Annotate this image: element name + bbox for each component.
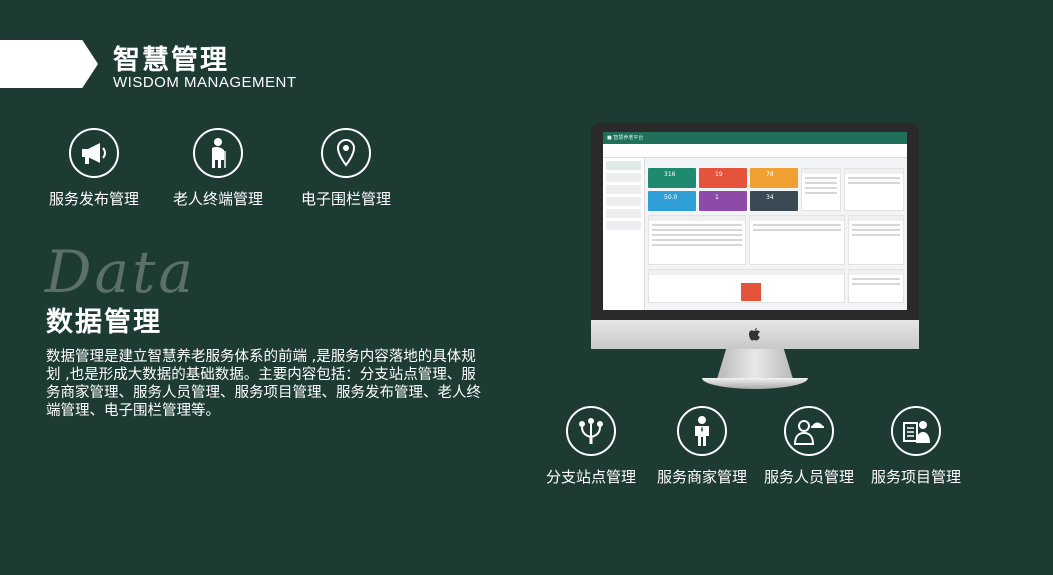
feature-label: 服务人员管理 (763, 468, 854, 486)
stat-tile: 316 (648, 168, 696, 188)
elderly-person-icon (193, 128, 243, 178)
project-document-icon (891, 406, 941, 456)
dashboard-subbar (603, 144, 907, 158)
branch-network-icon (566, 406, 616, 456)
feature-label: 电子围栏管理 (300, 190, 391, 208)
monitor-stand-base (702, 378, 808, 389)
feature-label: 服务发布管理 (48, 190, 139, 208)
stat-tile: 19 (699, 168, 747, 188)
apple-logo-icon (591, 320, 919, 349)
list-panel (648, 215, 746, 265)
chart-panel (648, 269, 845, 303)
feature-merchant[interactable]: 服务商家管理 (642, 406, 762, 487)
stat-tile: 1 (699, 191, 747, 211)
header-tab-shape (0, 40, 98, 88)
page-subtitle: WISDOM MANAGEMENT (113, 74, 297, 91)
feature-service-staff[interactable]: 服务人员管理 (749, 406, 869, 487)
feature-label: 分支站点管理 (545, 468, 636, 486)
dashboard-topbar: ■ 智慧养老平台 (603, 132, 907, 144)
notice-panel (844, 168, 904, 211)
megaphone-icon (69, 128, 119, 178)
list-panel (848, 269, 904, 303)
service-staff-icon (784, 406, 834, 456)
dashboard-sidebar (603, 158, 645, 310)
stat-tile: 78 (750, 168, 798, 188)
feature-label: 服务项目管理 (870, 468, 961, 486)
calendar-panel (801, 168, 841, 211)
feature-service-project[interactable]: 服务项目管理 (856, 406, 976, 487)
feature-label: 老人终端管理 (172, 190, 263, 208)
feature-branch-site[interactable]: 分支站点管理 (531, 406, 651, 487)
data-decor-word: Data (45, 238, 196, 306)
stat-tile: 34 (750, 191, 798, 211)
stat-tile: 50.0 (648, 191, 696, 211)
location-pin-icon (321, 128, 371, 178)
monitor-mockup: ■ 智慧养老平台 316 19 78 50.0 1 34 (591, 123, 919, 349)
merchant-person-icon (677, 406, 727, 456)
list-panel (749, 215, 845, 265)
list-panel (848, 215, 904, 265)
feature-elderly-terminal[interactable]: 老人终端管理 (158, 128, 278, 209)
monitor-stand-neck (717, 349, 793, 379)
feature-service-publish[interactable]: 服务发布管理 (34, 128, 154, 209)
chart-bar (741, 283, 761, 301)
dashboard-screenshot: ■ 智慧养老平台 316 19 78 50.0 1 34 (603, 132, 907, 310)
page-title: 智慧管理 (113, 45, 229, 76)
feature-geo-fence[interactable]: 电子围栏管理 (286, 128, 406, 209)
section-title: 数据管理 (46, 307, 162, 338)
feature-label: 服务商家管理 (656, 468, 747, 486)
section-description: 数据管理是建立智慧养老服务体系的前端 ,是服务内容落地的具体规划 ,也是形成大数… (46, 349, 481, 419)
